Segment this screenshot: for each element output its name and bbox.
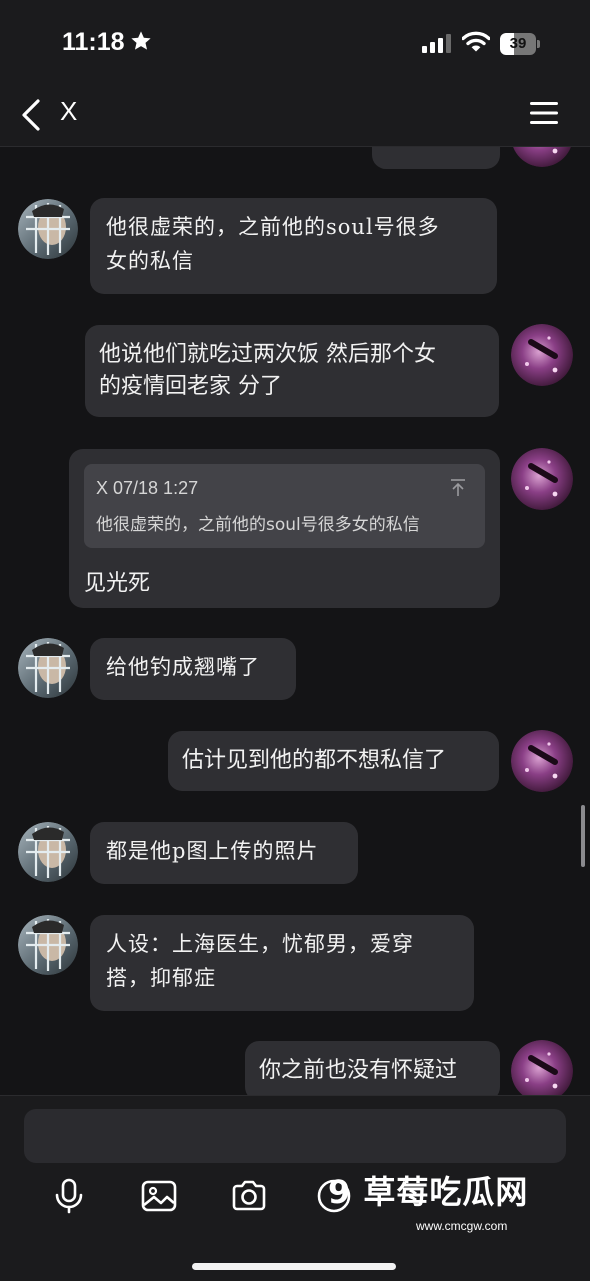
friend-avatar[interactable] [18, 822, 78, 882]
message-text-line: 你之前也没有怀疑过 [259, 1058, 458, 1083]
self-avatar[interactable] [511, 448, 573, 510]
star-icon [131, 31, 151, 50]
message-text-line: 的疫情回老家 分了 [99, 374, 282, 399]
menu-icon[interactable] [529, 100, 559, 126]
status-time: 11:18 [62, 28, 125, 56]
quoted-message-text: 他很虚荣的，之前他的soul号很多女的私信 [96, 515, 420, 535]
microphone-icon[interactable] [51, 1178, 87, 1214]
message-text-line: 给他钓成翘嘴了 [106, 655, 260, 679]
status-bar: 11:18 39 [0, 0, 590, 88]
message-bubble-incoming[interactable]: 给他钓成翘嘴了 [90, 638, 296, 700]
message-text-line: 搭，抑郁症 [106, 966, 216, 990]
message-bubble-incoming[interactable]: 都是他p图上传的照片 [90, 822, 358, 884]
message-bubble-incoming[interactable]: 人设：上海医生，忧郁男，爱穿 搭，抑郁症 [90, 915, 474, 1011]
wifi-icon [462, 31, 490, 52]
message-text-line: 都是他p图上传的照片 [106, 839, 319, 863]
back-chevron-icon[interactable] [18, 98, 46, 132]
message-text-line: 人设：上海医生，忧郁男，爱穿 [106, 932, 414, 956]
message-text-line: 女的私信 [106, 249, 194, 273]
battery-indicator: 39 [500, 33, 540, 55]
message-bubble-outgoing[interactable]: 估计见到他的都不想私信了 [168, 731, 499, 791]
message-list[interactable]: 他很虚荣的，之前他的soul号很多 女的私信 他说他们就吃过两次饭 然后那个女 … [0, 147, 590, 1095]
message-text-line: 估计见到他的都不想私信了 [182, 748, 447, 773]
home-indicator[interactable] [192, 1263, 396, 1270]
image-icon[interactable] [141, 1178, 177, 1214]
camera-icon[interactable] [231, 1178, 267, 1214]
friend-avatar[interactable] [18, 638, 78, 698]
self-avatar[interactable] [511, 730, 573, 792]
composer: 9 草莓吃瓜网 www.cmcgw.com [0, 1095, 590, 1281]
cellular-signal-icon [422, 34, 451, 53]
message-bubble-incoming[interactable]: 他很虚荣的，之前他的soul号很多 女的私信 [90, 198, 497, 294]
message-bubble-outgoing[interactable] [372, 147, 500, 169]
quoted-message-meta: X 07/18 1:27 [96, 478, 199, 498]
message-input[interactable] [24, 1109, 566, 1163]
chat-header: X [0, 88, 590, 147]
self-avatar[interactable] [511, 147, 573, 167]
message-text-line: 见光死 [84, 571, 151, 596]
message-text-line: 他很虚荣的，之前他的soul号很多 [106, 215, 440, 239]
friend-avatar[interactable] [18, 915, 78, 975]
message-bubble-outgoing-reply[interactable]: X 07/18 1:27 他很虚荣的，之前他的soul号很多女的私信 见光死 [69, 449, 500, 608]
chat-title[interactable]: X [60, 96, 77, 127]
friend-avatar[interactable] [18, 199, 78, 259]
message-text-line: 他说他们就吃过两次饭 然后那个女 [99, 342, 436, 367]
self-avatar[interactable] [511, 324, 573, 386]
message-bubble-outgoing[interactable]: 他说他们就吃过两次饭 然后那个女 的疫情回老家 分了 [85, 325, 499, 417]
quoted-message[interactable]: X 07/18 1:27 他很虚荣的，之前他的soul号很多女的私信 [84, 464, 485, 548]
message-bubble-outgoing[interactable]: 你之前也没有怀疑过 [245, 1041, 500, 1095]
jump-to-top-icon[interactable] [448, 478, 468, 498]
scrollbar[interactable] [581, 805, 585, 867]
self-avatar[interactable] [511, 1040, 573, 1095]
watermark-title: 9 草莓吃瓜网 [328, 1173, 529, 1211]
watermark-url: www.cmcgw.com [416, 1219, 508, 1233]
battery-percentage: 39 [509, 35, 527, 52]
